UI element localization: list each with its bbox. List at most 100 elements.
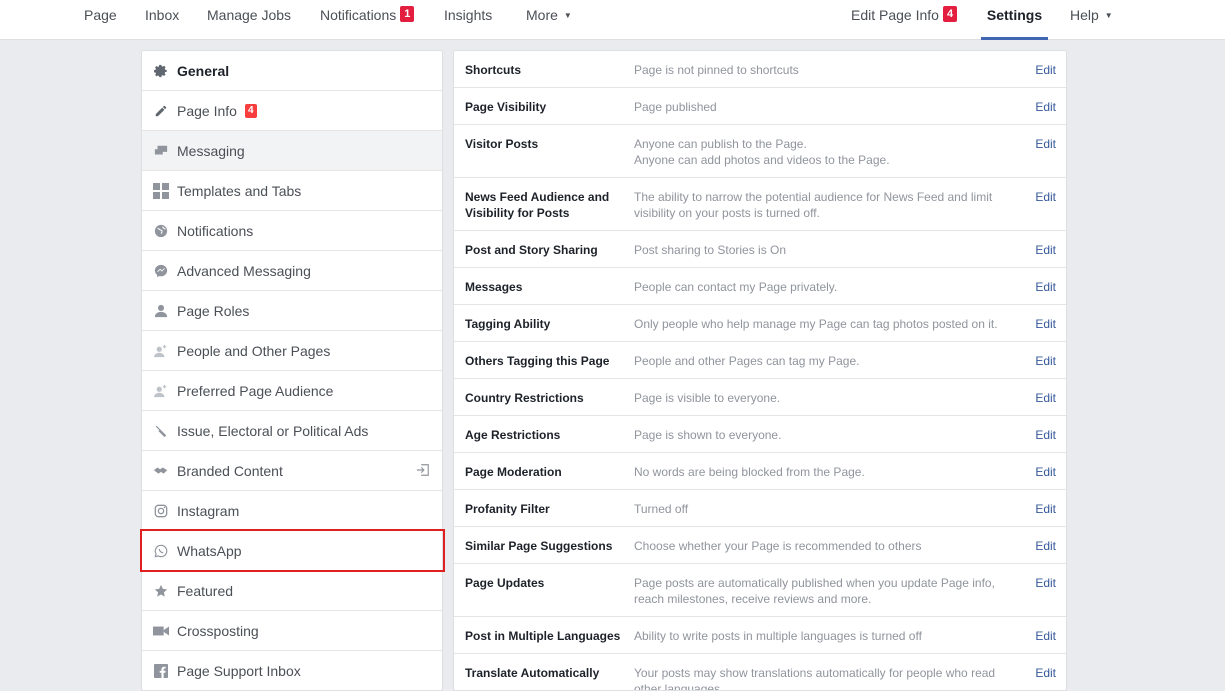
more-caret-icon: ▼ xyxy=(563,11,572,20)
sidebar-item-branded-content[interactable]: Branded Content xyxy=(142,451,442,491)
settings-row-desc: Choose whether your Page is recommended … xyxy=(634,538,1014,554)
edit-link[interactable]: Edit xyxy=(1035,242,1056,258)
nav-settings[interactable]: Settings xyxy=(981,0,1048,40)
sidebar-item-advanced-messaging[interactable]: Advanced Messaging xyxy=(142,251,442,291)
edit-link[interactable]: Edit xyxy=(1035,575,1056,591)
settings-row-shortcuts: Shortcuts Page is not pinned to shortcut… xyxy=(454,51,1066,88)
sidebar-item-page-info[interactable]: Page Info 4 xyxy=(142,91,442,131)
settings-row-desc-line: Page is visible to everyone. xyxy=(634,391,781,405)
page-top-nav: Page Inbox Manage Jobs Notifications 1 In… xyxy=(0,0,1225,40)
login-icon xyxy=(416,463,430,480)
edit-link[interactable]: Edit xyxy=(1035,136,1056,152)
sidebar-item-label: Templates and Tabs xyxy=(177,182,302,199)
instagram-icon xyxy=(153,503,169,519)
nav-insights[interactable]: Insights xyxy=(444,0,492,40)
settings-row-page-visibility: Page Visibility Page published Edit xyxy=(454,88,1066,125)
sidebar-item-page-support-inbox[interactable]: Page Support Inbox xyxy=(142,651,442,690)
edit-link[interactable]: Edit xyxy=(1035,665,1056,681)
settings-row-desc: People can contact my Page privately. xyxy=(634,279,1014,295)
sidebar-item-people-and-other-pages[interactable]: People and Other Pages xyxy=(142,331,442,371)
person-add-icon xyxy=(153,383,169,399)
edit-link[interactable]: Edit xyxy=(1035,353,1056,369)
sidebar-item-label: Advanced Messaging xyxy=(177,262,311,279)
settings-row-desc: Anyone can publish to the Page. Anyone ca… xyxy=(634,136,1014,168)
person-icon xyxy=(153,303,169,319)
settings-row-desc-line: Anyone can add photos and videos to the … xyxy=(634,153,890,167)
page-info-badge: 4 xyxy=(244,103,257,118)
settings-sidebar: General Page Info 4 Messaging Templates … xyxy=(141,50,443,691)
sidebar-item-label: Preferred Page Audience xyxy=(177,382,334,399)
nav-help[interactable]: Help ▼ xyxy=(1070,0,1113,40)
settings-row-label: Tagging Ability xyxy=(465,317,551,331)
edit-link[interactable]: Edit xyxy=(1035,538,1056,554)
sidebar-item-political-ads[interactable]: Issue, Electoral or Political Ads xyxy=(142,411,442,451)
edit-link[interactable]: Edit xyxy=(1035,62,1056,78)
edit-link[interactable]: Edit xyxy=(1035,628,1056,644)
settings-row-label: Page Moderation xyxy=(465,465,562,479)
nav-manage-jobs[interactable]: Manage Jobs xyxy=(207,0,291,40)
sidebar-item-label: Crossposting xyxy=(177,622,259,639)
settings-row-page-updates: Page Updates Page posts are automaticall… xyxy=(454,564,1066,617)
settings-row-desc-line: Choose whether your Page is recommended … xyxy=(634,539,922,553)
settings-row-label: Post in Multiple Languages xyxy=(465,629,621,643)
sidebar-item-label: Page Roles xyxy=(177,302,250,319)
settings-row-desc: Page is shown to everyone. xyxy=(634,427,1014,443)
settings-row-desc: Post sharing to Stories is On xyxy=(634,242,1014,258)
settings-row-label: Post and Story Sharing xyxy=(465,243,598,257)
settings-row-label: Profanity Filter xyxy=(465,502,550,516)
sidebar-item-messaging[interactable]: Messaging xyxy=(142,131,442,171)
settings-row-desc: Only people who help manage my Page can … xyxy=(634,316,1014,332)
edit-link[interactable]: Edit xyxy=(1035,501,1056,517)
settings-row-page-moderation: Page Moderation No words are being block… xyxy=(454,453,1066,490)
settings-row-visitor-posts: Visitor Posts Anyone can publish to the … xyxy=(454,125,1066,178)
sidebar-item-notifications[interactable]: Notifications xyxy=(142,211,442,251)
nav-page-label: Page xyxy=(84,7,117,23)
sidebar-item-preferred-page-audience[interactable]: Preferred Page Audience xyxy=(142,371,442,411)
settings-row-desc: Page is visible to everyone. xyxy=(634,390,1014,406)
edit-link[interactable]: Edit xyxy=(1035,316,1056,332)
sidebar-item-templates-and-tabs[interactable]: Templates and Tabs xyxy=(142,171,442,211)
sidebar-item-whatsapp[interactable]: WhatsApp xyxy=(142,531,442,571)
settings-row-desc-line: Ability to write posts in multiple langu… xyxy=(634,629,922,643)
nav-inbox[interactable]: Inbox xyxy=(145,0,179,40)
settings-row-desc-line: People can contact my Page privately. xyxy=(634,280,838,294)
nav-notifications[interactable]: Notifications 1 xyxy=(320,0,415,40)
nav-page[interactable]: Page xyxy=(84,0,117,40)
edit-link[interactable]: Edit xyxy=(1035,99,1056,115)
settings-row-desc-line: Your posts may show translations automat… xyxy=(634,666,996,691)
edit-link[interactable]: Edit xyxy=(1035,279,1056,295)
sidebar-item-crossposting[interactable]: Crossposting xyxy=(142,611,442,651)
settings-row-label: Page Visibility xyxy=(465,100,547,114)
sidebar-item-page-roles[interactable]: Page Roles xyxy=(142,291,442,331)
nav-manage-jobs-label: Manage Jobs xyxy=(207,7,292,23)
edit-link[interactable]: Edit xyxy=(1035,427,1056,443)
settings-row-desc: Page published xyxy=(634,99,1014,115)
nav-inbox-label: Inbox xyxy=(145,7,180,23)
settings-row-label: Page Updates xyxy=(465,576,545,590)
settings-row-desc-line: Post sharing to Stories is On xyxy=(634,243,787,257)
sidebar-item-label: Branded Content xyxy=(177,462,283,479)
nav-edit-page-info[interactable]: Edit Page Info 4 xyxy=(851,0,958,40)
edit-link[interactable]: Edit xyxy=(1035,464,1056,480)
sidebar-item-general[interactable]: General xyxy=(142,51,442,91)
sidebar-item-instagram[interactable]: Instagram xyxy=(142,491,442,531)
settings-row-desc: Page posts are automatically published w… xyxy=(634,575,1014,607)
sidebar-item-label: Page Info xyxy=(177,102,237,119)
settings-row-post-and-story-sharing: Post and Story Sharing Post sharing to S… xyxy=(454,231,1066,268)
handshake-icon xyxy=(153,463,169,479)
star-icon xyxy=(153,583,169,599)
sidebar-item-label: WhatsApp xyxy=(177,542,242,559)
gear-icon xyxy=(153,63,169,79)
settings-row-desc-line: People and other Pages can tag my Page. xyxy=(634,354,860,368)
edit-link[interactable]: Edit xyxy=(1035,189,1056,205)
nav-more[interactable]: More ▼ xyxy=(526,0,572,40)
sidebar-item-label: Featured xyxy=(177,582,234,599)
sidebar-item-featured[interactable]: Featured xyxy=(142,571,442,611)
sidebar-item-label: Messaging xyxy=(177,142,245,159)
grid-icon xyxy=(153,182,169,199)
edit-link[interactable]: Edit xyxy=(1035,390,1056,406)
settings-row-others-tagging: Others Tagging this Page People and othe… xyxy=(454,342,1066,379)
settings-row-desc: People and other Pages can tag my Page. xyxy=(634,353,1014,369)
sidebar-item-label: General xyxy=(177,62,230,79)
settings-row-desc: Turned off xyxy=(634,501,1014,517)
